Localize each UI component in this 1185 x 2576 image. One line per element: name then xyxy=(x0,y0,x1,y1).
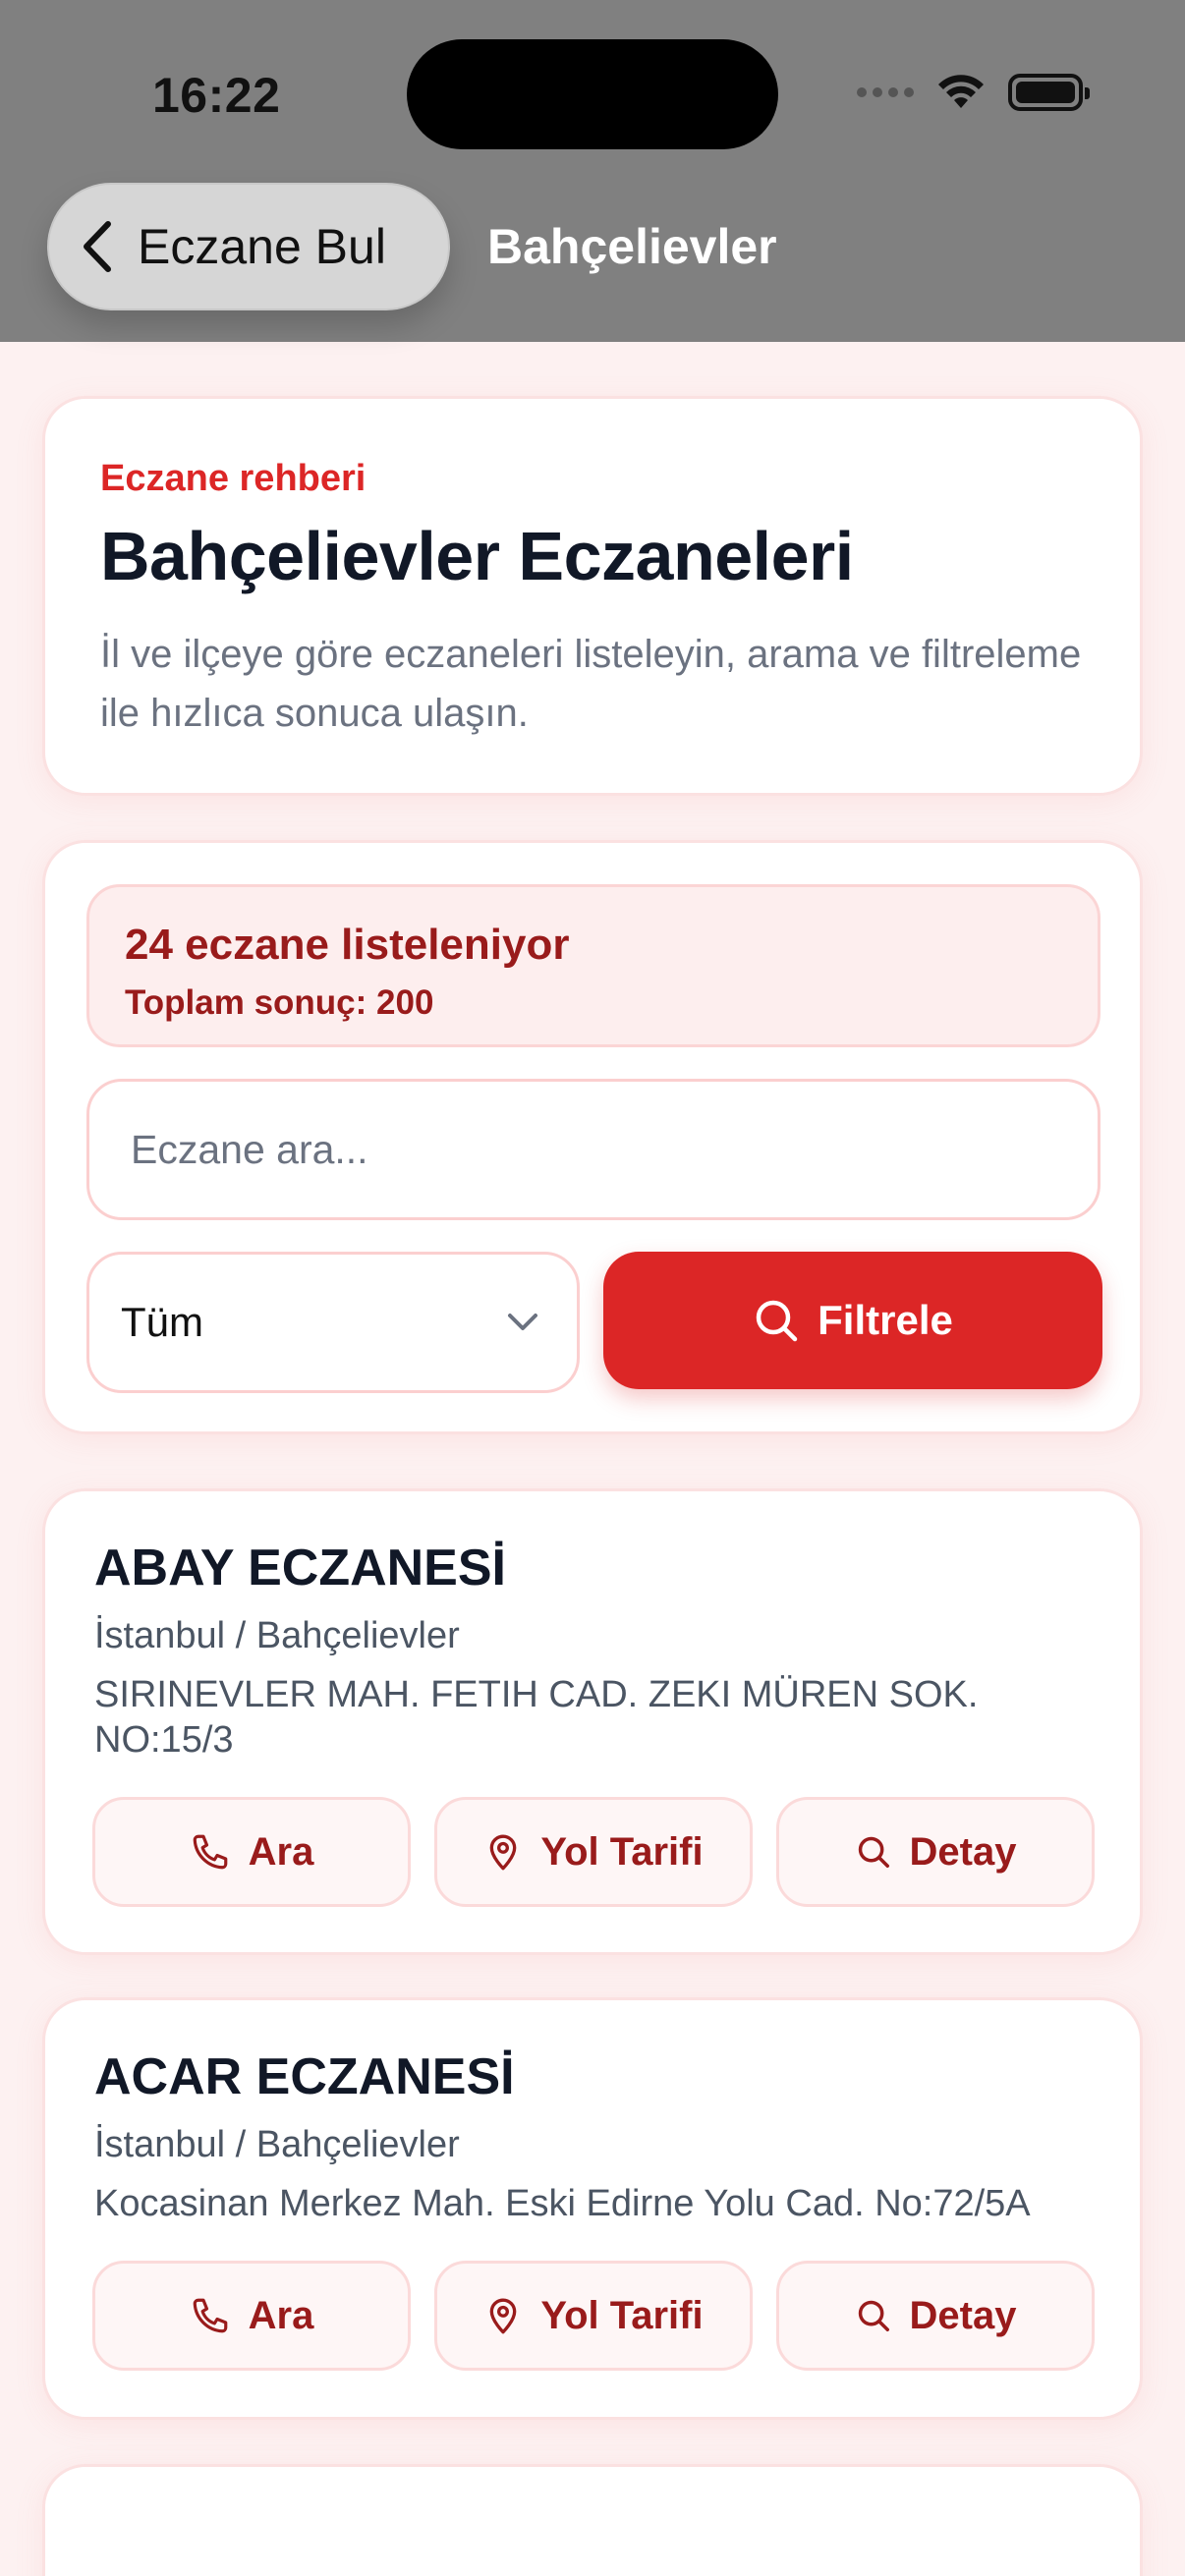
result-count: 24 eczane listeleniyor xyxy=(125,921,570,969)
back-button[interactable]: Eczane Bul xyxy=(47,183,450,310)
chevron-down-icon xyxy=(506,1312,539,1333)
detail-button[interactable]: Detay xyxy=(776,2261,1095,2371)
hero-eyebrow: Eczane rehberi xyxy=(100,458,367,499)
dynamic-island xyxy=(407,39,778,149)
battery-icon xyxy=(1008,74,1090,111)
call-button-label: Ara xyxy=(248,1829,314,1874)
cellular-signal-icon xyxy=(857,87,914,97)
result-total: Toplam sonuç: 200 xyxy=(125,983,434,1022)
call-button-label: Ara xyxy=(248,2293,314,2337)
directions-button[interactable]: Yol Tarifi xyxy=(434,1797,753,1907)
status-time: 16:22 xyxy=(152,68,281,123)
filter-select-value: Tüm xyxy=(121,1299,203,1345)
top-bar: 16:22 Eczane Bul Bahçelievler xyxy=(0,0,1185,342)
directions-button-label: Yol Tarifi xyxy=(540,2293,704,2337)
pharmacy-location: İstanbul / Bahçelievler xyxy=(94,1615,460,1656)
chevron-left-icon xyxy=(81,218,114,275)
pharmacy-address: SIRINEVLER MAH. FETIH CAD. ZEKI MÜREN SO… xyxy=(94,1674,979,1761)
hero-description: İl ve ilçeye göre eczaneleri listeleyin,… xyxy=(100,633,1082,735)
filter-button-label: Filtrele xyxy=(818,1297,953,1343)
phone-icon xyxy=(190,1831,231,1873)
call-button[interactable]: Ara xyxy=(92,2261,411,2371)
app-screen: 16:22 Eczane Bul Bahçelievler Eczane reh… xyxy=(0,0,1185,2576)
pharmacy-card: ABAY ECZANESİ İstanbul / Bahçelievler SI… xyxy=(42,1488,1143,1955)
directions-button-label: Yol Tarifi xyxy=(540,1829,704,1874)
map-pin-icon xyxy=(483,2295,523,2336)
hero-card: Eczane rehberi Bahçelievler Eczaneleri İ… xyxy=(42,396,1143,796)
search-icon xyxy=(855,1833,892,1871)
detail-button-label: Detay xyxy=(909,1829,1017,1874)
directions-button[interactable]: Yol Tarifi xyxy=(434,2261,753,2371)
back-button-label: Eczane Bul xyxy=(138,219,386,274)
pharmacy-card: ACAR ECZANESİ İstanbul / Bahçelievler Ko… xyxy=(42,1997,1143,2420)
pharmacy-actions: Ara Yol Tarifi Detay xyxy=(92,1797,1095,1907)
result-count-box: 24 eczane listeleniyor Toplam sonuç: 200 xyxy=(86,884,1100,1047)
map-pin-icon xyxy=(483,1831,523,1873)
page-title: Bahçelievler Eczaneleri xyxy=(100,518,854,594)
wifi-icon xyxy=(935,73,987,112)
pharmacy-actions: Ara Yol Tarifi Detay xyxy=(92,2261,1095,2371)
pharmacy-card-partial xyxy=(42,2464,1143,2576)
filter-card: 24 eczane listeleniyor Toplam sonuç: 200… xyxy=(42,840,1143,1434)
pharmacy-address: Kocasinan Merkez Mah. Eski Edirne Yolu C… xyxy=(94,2183,1031,2224)
nav-title: Bahçelievler xyxy=(487,219,777,274)
detail-button[interactable]: Detay xyxy=(776,1797,1095,1907)
search-icon xyxy=(753,1297,800,1344)
call-button[interactable]: Ara xyxy=(92,1797,411,1907)
pharmacy-location: İstanbul / Bahçelievler xyxy=(94,2124,460,2165)
status-icons xyxy=(857,73,1090,112)
pharmacy-name: ACAR ECZANESİ xyxy=(94,2048,515,2105)
pharmacy-name: ABAY ECZANESİ xyxy=(94,1540,506,1596)
search-input[interactable] xyxy=(86,1079,1100,1220)
phone-icon xyxy=(190,2295,231,2336)
detail-button-label: Detay xyxy=(909,2293,1017,2337)
filter-button[interactable]: Filtrele xyxy=(603,1252,1102,1389)
filter-select[interactable]: Tüm xyxy=(86,1252,580,1393)
search-icon xyxy=(855,2297,892,2334)
